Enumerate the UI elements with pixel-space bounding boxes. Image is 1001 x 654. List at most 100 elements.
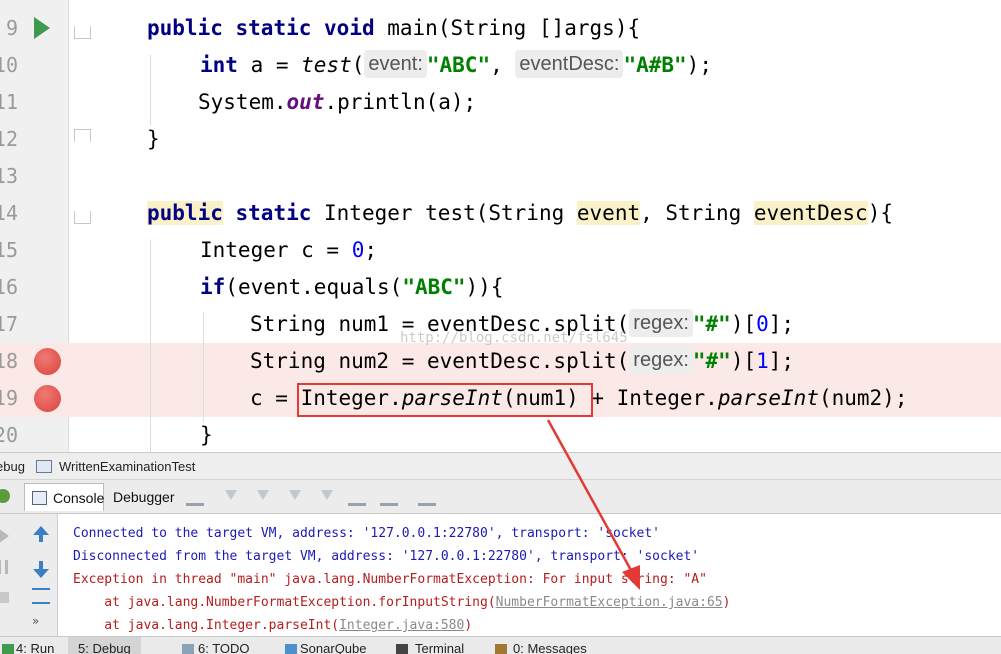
line-number: 15: [0, 238, 18, 262]
pause-icon[interactable]: [0, 560, 8, 574]
tool-tab-todo[interactable]: 6: TODO: [198, 641, 250, 654]
breakpoint-icon[interactable]: [34, 348, 61, 375]
run-to-cursor-icon[interactable]: [380, 488, 398, 506]
line-number: 13: [0, 164, 18, 188]
show-execution-point-icon[interactable]: [186, 488, 204, 506]
console-line: Disconnected from the target VM, address…: [73, 545, 699, 568]
indent-guide: [150, 55, 151, 125]
sonarqube-icon: [285, 644, 297, 654]
tool-tab-run[interactable]: 4: Run: [16, 641, 54, 654]
fold-end-icon[interactable]: [74, 129, 91, 142]
messages-icon: [495, 644, 507, 654]
debug-side-toolbar: [0, 514, 24, 636]
code-text: if(event.equals("ABC")){: [200, 269, 503, 306]
resume-icon[interactable]: [0, 528, 9, 544]
fold-icon[interactable]: [74, 211, 91, 224]
code-token: static: [235, 16, 312, 40]
run-gutter-icon[interactable]: [34, 17, 50, 39]
line-number: 9: [5, 16, 18, 40]
code-text: int a = test(event: "ABC", eventDesc: "A#B…: [200, 47, 712, 84]
console-line: Exception in thread "main" java.lang.Num…: [73, 568, 707, 591]
code-token: test: [301, 53, 352, 77]
code-text: }: [200, 417, 213, 452]
console-output[interactable]: Connected to the target VM, address: '12…: [59, 514, 1001, 636]
line-number: 20: [0, 423, 18, 447]
step-over-icon[interactable]: [222, 488, 240, 506]
fold-icon[interactable]: [74, 26, 91, 39]
watermark: http://blog.csdn.net/fsl645: [400, 330, 628, 346]
code-token: }: [147, 127, 160, 151]
line-number: 12: [0, 127, 18, 151]
console-line-text: at java.lang.NumberFormatException.forIn…: [73, 595, 496, 610]
code-line[interactable]: 13: [0, 158, 1001, 195]
line-number: 14: [0, 201, 18, 225]
tool-window-bar: 4: Run 5: Debug 6: TODO SonarQube Termin…: [0, 636, 1001, 654]
breakpoint-icon[interactable]: [34, 385, 61, 412]
parameter-hint: event:: [364, 50, 427, 78]
arrow-down-icon[interactable]: [33, 569, 49, 578]
tool-tab-debug[interactable]: 5: Debug: [68, 637, 141, 654]
evaluate-expression-icon[interactable]: [418, 488, 436, 506]
code-text: String num2 = eventDesc.split(regex: "#")…: [250, 343, 794, 380]
code-token: public: [147, 16, 223, 40]
code-token: System.: [198, 90, 287, 114]
step-out-icon[interactable]: [318, 488, 336, 506]
code-token: "ABC": [426, 53, 491, 77]
code-line[interactable]: 14 public static Integer test(String even…: [0, 195, 1001, 232]
highlight-box: [297, 383, 593, 417]
line-number: 10: [0, 53, 18, 77]
code-token: ];: [768, 312, 795, 336]
code-line[interactable]: 9 public static void main(String []args){: [0, 10, 1001, 47]
code-token: 0: [351, 238, 365, 262]
code-token: "#": [692, 349, 731, 373]
tool-tab-debug-label: 5: Debug: [78, 641, 131, 654]
code-line[interactable]: 12}: [0, 121, 1001, 158]
code-token: static: [235, 201, 312, 225]
drop-frame-icon[interactable]: [348, 488, 366, 506]
stop-icon[interactable]: [0, 592, 9, 603]
tool-tab-sonarqube[interactable]: SonarQube: [300, 641, 367, 654]
line-number: 17: [0, 312, 18, 336]
console-line-text: Exception in thread "main" java.lang.Num…: [73, 572, 707, 587]
run-config-name[interactable]: WrittenExaminationTest: [59, 459, 195, 474]
force-step-into-icon[interactable]: [286, 488, 304, 506]
code-token: );: [686, 53, 712, 77]
code-text: }: [147, 121, 160, 158]
tab-console[interactable]: Console: [24, 483, 104, 511]
code-token: ){: [867, 201, 893, 225]
console-line-text: at java.lang.Integer.parseInt(: [73, 618, 340, 633]
stacktrace-link[interactable]: Integer.java:580: [339, 618, 464, 633]
tool-tab-messages[interactable]: 0: Messages: [513, 641, 587, 654]
todo-icon: [182, 644, 194, 654]
parameter-hint: regex:: [629, 309, 693, 337]
line-number: 18: [0, 349, 18, 373]
more-icon[interactable]: »: [32, 614, 39, 628]
code-text: Integer c = 0;: [200, 232, 377, 269]
code-token: (: [351, 53, 365, 77]
stacktrace-link[interactable]: NumberFormatException.java:65: [496, 595, 723, 610]
step-into-icon[interactable]: [254, 488, 272, 506]
line-number: 11: [0, 90, 18, 114]
indent-guide: [203, 312, 204, 422]
tab-debugger[interactable]: Debugger: [108, 483, 178, 511]
code-editor[interactable]: 9 public static void main(String []args){…: [0, 0, 1001, 452]
console-side-toolbar: »: [24, 514, 58, 636]
parameter-hint: regex:: [629, 346, 693, 374]
code-token: parseInt: [717, 386, 819, 410]
code-text: System.out.println(a);: [198, 84, 476, 121]
code-token: main(String []args){: [374, 16, 641, 40]
run-icon: [2, 644, 14, 654]
debug-toolbar: Console Debugger: [0, 480, 1001, 514]
tool-tab-terminal[interactable]: Terminal: [415, 641, 464, 654]
code-token: )[: [730, 349, 757, 373]
code-token: )): [465, 275, 491, 299]
code-token: void: [324, 16, 375, 40]
arrow-up-stem: [39, 534, 43, 542]
console-line-text: Disconnected from the target VM, address…: [73, 549, 700, 564]
soft-wrap-icon[interactable]: [32, 588, 50, 604]
run-config-icon: [36, 460, 52, 473]
code-token: {: [490, 275, 504, 299]
code-token: (num2);: [818, 386, 908, 410]
code-token: if: [200, 275, 226, 299]
